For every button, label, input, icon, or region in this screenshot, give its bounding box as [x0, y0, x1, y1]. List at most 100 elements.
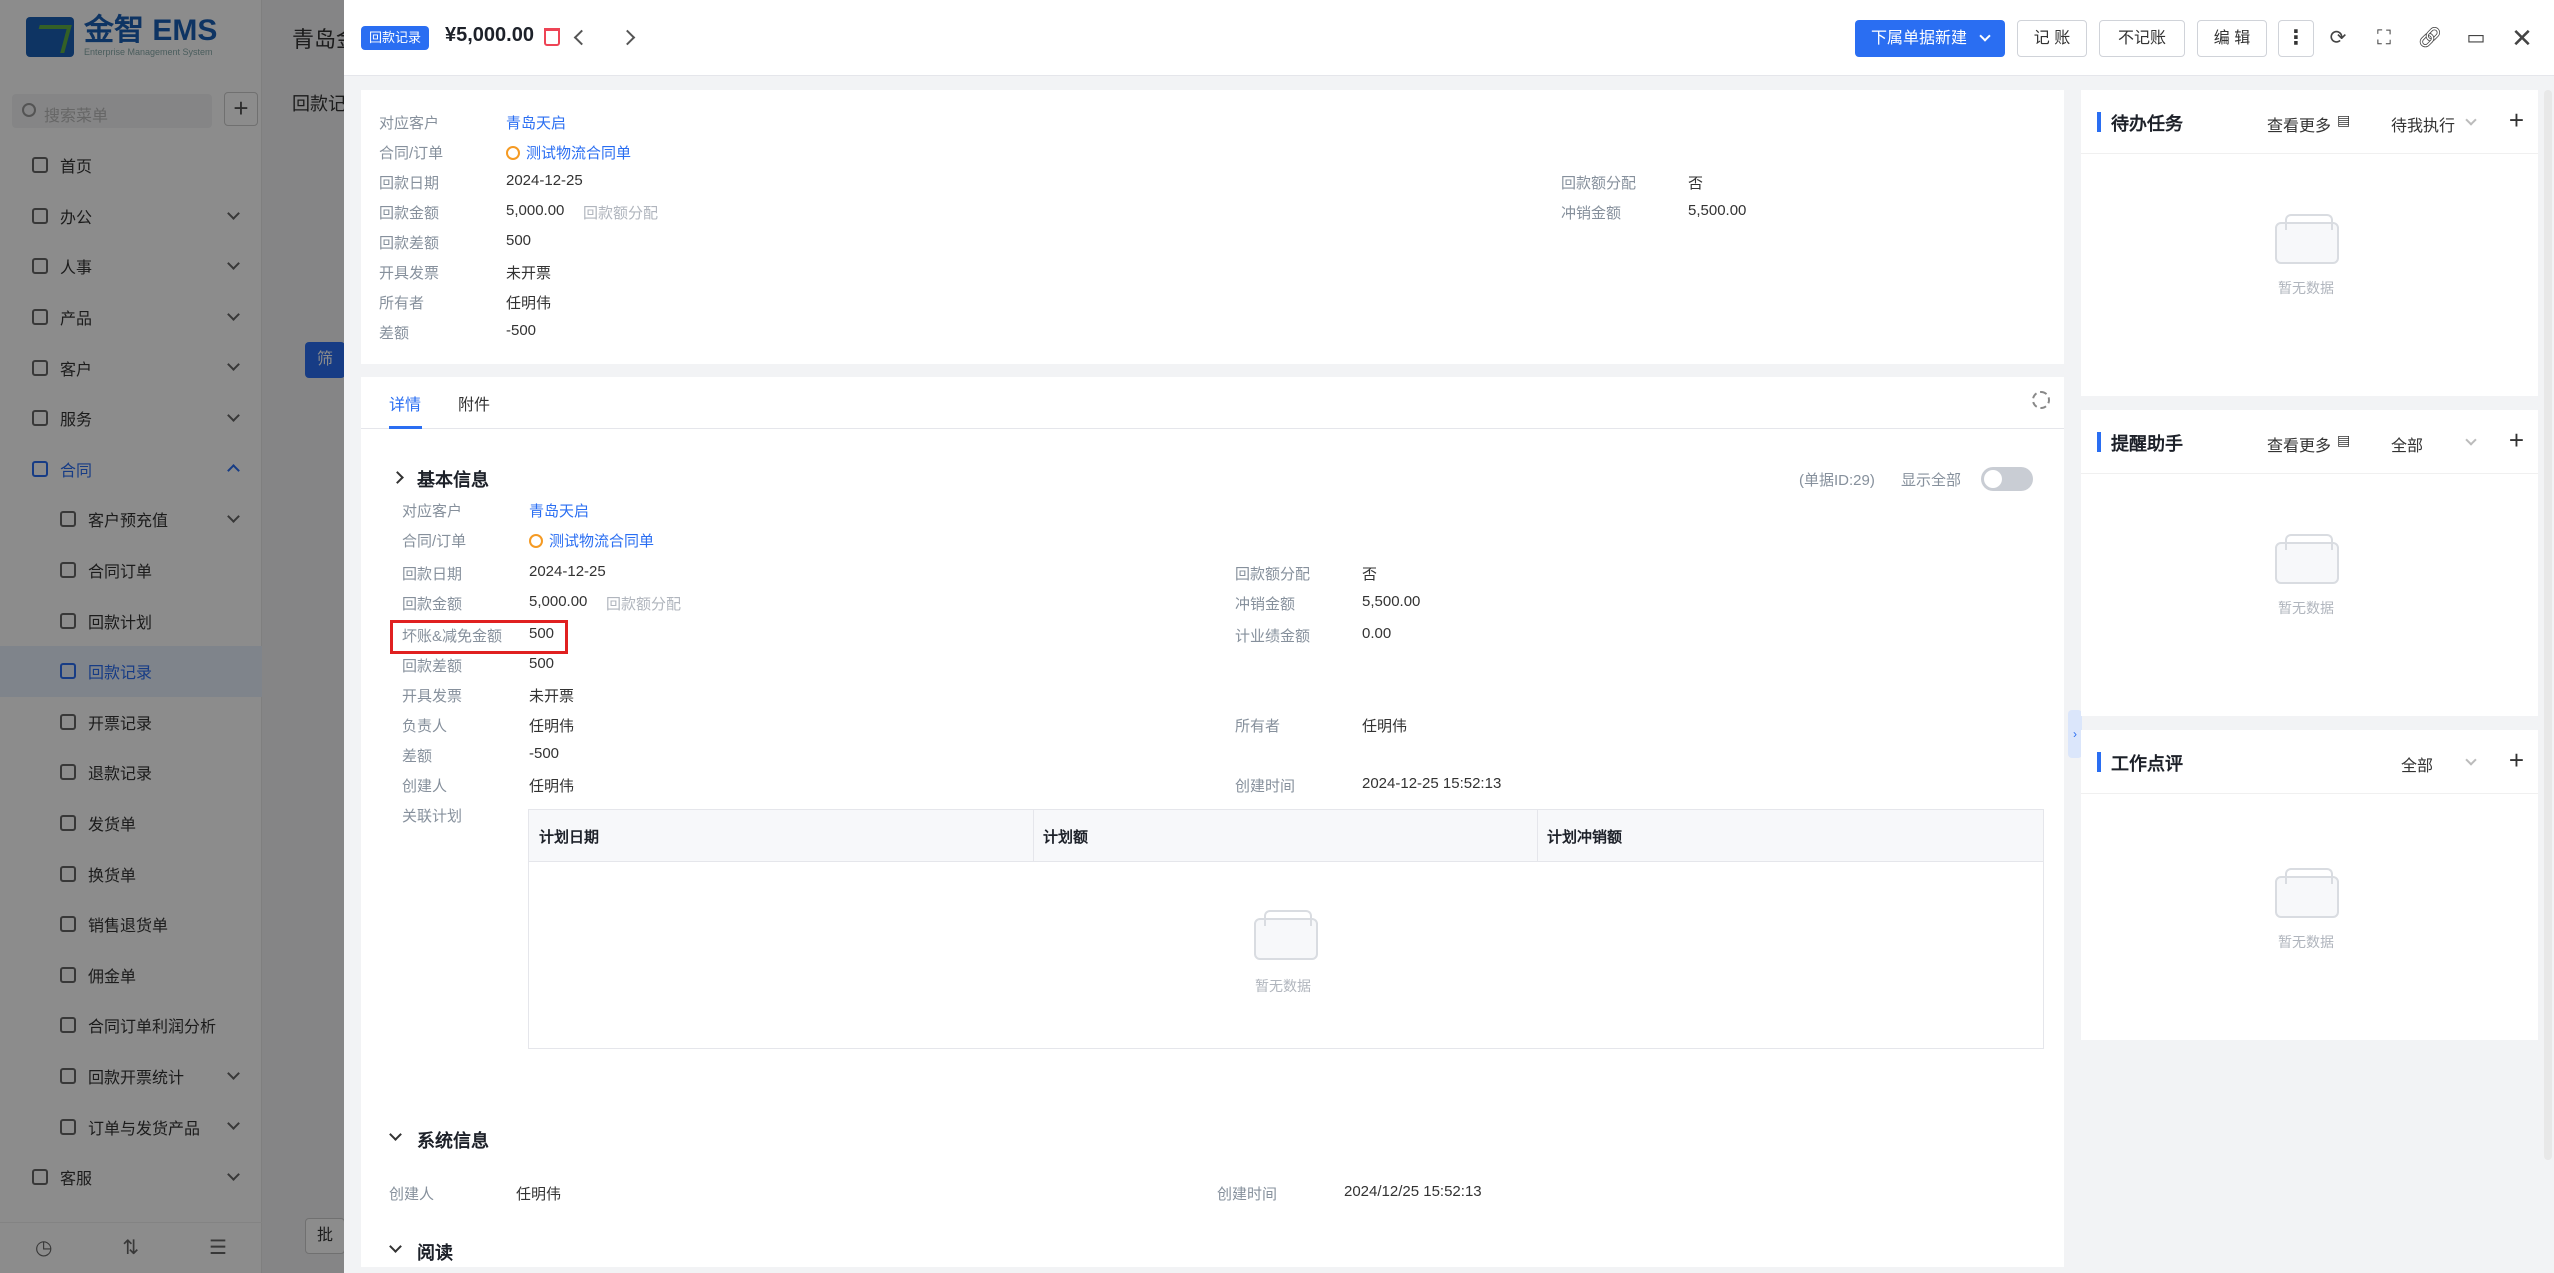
read-title[interactable]: 阅读: [417, 1239, 453, 1265]
manager-label: 负责人: [402, 718, 448, 735]
tab-details[interactable]: 详情: [389, 391, 421, 415]
date-label: 回款日期: [402, 566, 463, 583]
reminder-filter[interactable]: 全部: [2391, 432, 2423, 456]
reminder-more-link[interactable]: 查看更多: [2267, 432, 2331, 456]
refresh-icon[interactable]: ⟳: [2324, 24, 2352, 52]
summary-card: 对应客户 青岛天启 合同/订单 测试物流合同单 回款日期 2024-12-25 …: [361, 90, 2064, 364]
edit-button[interactable]: 编 辑: [2197, 20, 2267, 57]
book-button[interactable]: 记 账: [2017, 20, 2087, 57]
chevron-down-icon[interactable]: [389, 1128, 402, 1141]
close-icon[interactable]: ✕: [2508, 24, 2536, 52]
customer-label: 对应客户: [402, 503, 463, 520]
customer-link[interactable]: 青岛天启: [529, 500, 589, 521]
amount-hint: 回款额分配: [606, 596, 682, 613]
summary-alloc-label: 回款额分配: [1561, 175, 1637, 192]
manager-value: 任明伟: [529, 718, 575, 735]
more-vertical-icon[interactable]: ⋮: [2278, 20, 2314, 57]
summary-diff-label: 回款差额: [379, 235, 440, 252]
chevron-down-icon: [2465, 114, 2477, 126]
empty-inbox-icon: [2275, 868, 2339, 918]
empty-inbox-icon: [1254, 910, 1318, 960]
summary-owner-value: 任明伟: [506, 295, 552, 312]
drawer-scrollbar[interactable]: [2544, 90, 2552, 1160]
summary-amount-label: 回款金额: [379, 205, 440, 222]
diff-value: 500: [529, 655, 555, 672]
todo-panel-header: 待办任务 查看更多 ▤ 待我执行 +: [2081, 90, 2538, 154]
panel-accent-bar: [2097, 752, 2101, 772]
active-tab-indicator: [389, 426, 422, 429]
creator-label: 创建人: [402, 778, 448, 795]
baddebt-label: 坏账&减免金额: [402, 628, 503, 645]
order-text: 测试物流合同单: [549, 533, 655, 550]
panel-collapse-handle[interactable]: ›: [2068, 710, 2082, 758]
perf-label: 计业绩金额: [1235, 628, 1311, 645]
summary-order-link[interactable]: 测试物流合同单: [506, 142, 631, 163]
basic-info-title[interactable]: 基本信息: [417, 466, 489, 492]
no-book-button[interactable]: 不记账: [2099, 20, 2185, 57]
show-all-toggle[interactable]: [1981, 467, 2033, 491]
diff-label: 回款差额: [402, 658, 463, 675]
summary-writeoff-label: 冲销金额: [1561, 205, 1622, 222]
todo-filter[interactable]: 待我执行: [2391, 112, 2455, 136]
plus-icon[interactable]: +: [2509, 106, 2524, 134]
system-created-value: 2024/12/25 15:52:13: [1344, 1183, 1482, 1200]
alloc-label: 回款额分配: [1235, 566, 1311, 583]
order-icon: [506, 146, 520, 160]
empty-inbox-icon: [2275, 214, 2339, 264]
alloc-value: 否: [1362, 566, 1378, 583]
chevron-down-icon[interactable]: [389, 1240, 402, 1253]
summary-date-value: 2024-12-25: [506, 172, 583, 189]
summary-customer-label: 对应客户: [379, 115, 440, 132]
order-link[interactable]: 测试物流合同单: [529, 530, 654, 551]
summary-owner-label: 所有者: [379, 295, 425, 312]
plus-icon[interactable]: +: [2509, 426, 2524, 454]
reminder-title: 提醒助手: [2111, 434, 2183, 454]
trash-icon[interactable]: [544, 28, 560, 46]
column-plan-amount: 计划额: [1043, 829, 1089, 846]
link-icon[interactable]: 🔗︎: [2416, 24, 2444, 52]
detail-card: 详情 附件 基本信息 (单据ID:29) 显示全部 对应客户 青岛天启 合同/订…: [361, 377, 2064, 1267]
chevron-right-icon[interactable]: [391, 471, 404, 484]
gap-label: 差额: [402, 748, 433, 765]
created-label: 创建时间: [1235, 778, 1296, 795]
record-drawer: 回款记录 ¥5,000.00 下属单据新建 记 账 不记账 编 辑 ⋮ ⟳ ⛶ …: [344, 0, 2554, 1273]
amount-label: 回款金额: [402, 596, 463, 613]
fullscreen-icon[interactable]: ⛶: [2370, 24, 2398, 52]
summary-invoice-value: 未开票: [506, 265, 552, 282]
summary-invoice-label: 开具发票: [379, 265, 440, 282]
todo-panel: 待办任务 查看更多 ▤ 待我执行 + 暂无数据: [2081, 90, 2538, 396]
more-icon[interactable]: ▤: [2337, 112, 2350, 129]
show-all-label: 显示全部: [1901, 472, 1962, 489]
chevron-left-icon[interactable]: [573, 29, 590, 46]
owner-label: 所有者: [1235, 718, 1281, 735]
todo-title: 待办任务: [2111, 114, 2183, 134]
gear-icon[interactable]: [2032, 391, 2050, 409]
chevron-down-icon: [1979, 30, 1991, 42]
review-panel-header: 工作点评 全部 +: [2081, 730, 2538, 794]
record-amount: ¥5,000.00: [445, 24, 534, 46]
new-sub-document-button[interactable]: 下属单据新建: [1855, 20, 2005, 57]
record-type-badge: 回款记录: [361, 26, 430, 50]
todo-more-link[interactable]: 查看更多: [2267, 112, 2331, 136]
invoice-label: 开具发票: [402, 688, 463, 705]
created-value: 2024-12-25 15:52:13: [1362, 775, 1502, 792]
chevron-right-icon[interactable]: [619, 29, 636, 46]
plan-table-header: 计划日期 计划额 计划冲销额: [529, 810, 2043, 862]
todo-empty-text: 暂无数据: [2278, 280, 2334, 296]
summary-date-label: 回款日期: [379, 175, 440, 192]
chevron-down-icon: [2465, 754, 2477, 766]
table-empty-text: 暂无数据: [1255, 978, 1311, 994]
more-icon[interactable]: ▤: [2337, 432, 2350, 449]
summary-customer-link[interactable]: 青岛天启: [506, 112, 566, 133]
review-title: 工作点评: [2111, 754, 2183, 774]
writeoff-value: 5,500.00: [1362, 593, 1421, 610]
layout-icon[interactable]: ▭: [2462, 24, 2490, 52]
plus-icon[interactable]: +: [2509, 746, 2524, 774]
summary-alloc-value: 否: [1688, 175, 1704, 192]
empty-inbox-icon: [2275, 534, 2339, 584]
system-info-title[interactable]: 系统信息: [417, 1127, 489, 1153]
review-filter[interactable]: 全部: [2401, 752, 2433, 776]
tab-attachments[interactable]: 附件: [458, 391, 490, 415]
panel-accent-bar: [2097, 432, 2101, 452]
writeoff-label: 冲销金额: [1235, 596, 1296, 613]
